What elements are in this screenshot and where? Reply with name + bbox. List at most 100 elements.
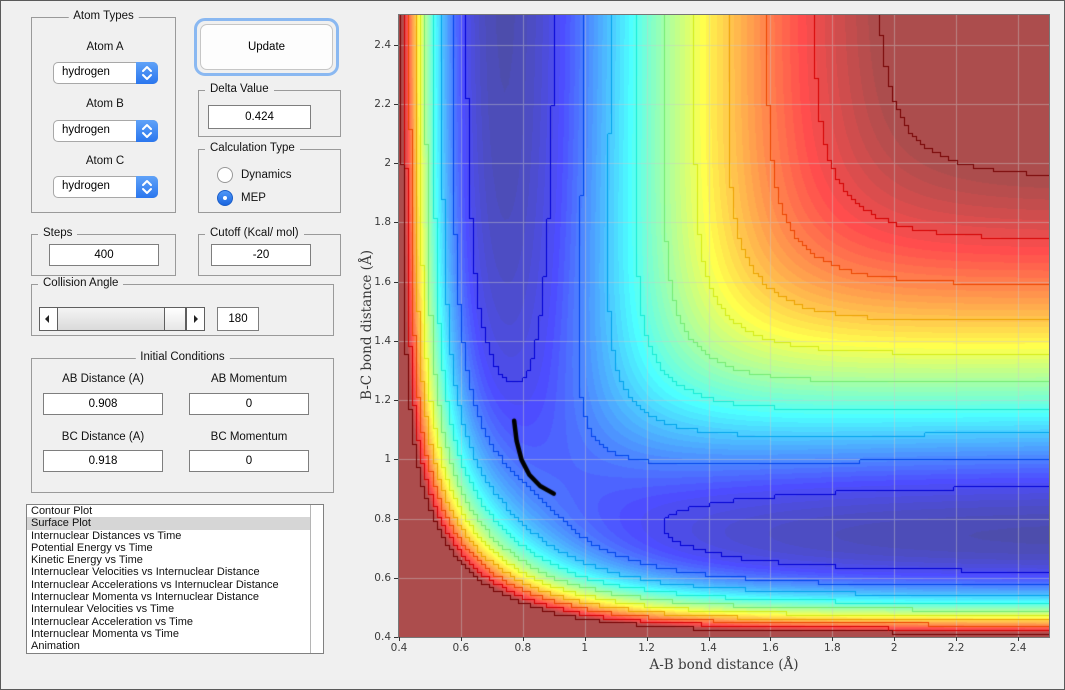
x-tick-mark (585, 637, 586, 641)
list-item[interactable]: Potential Energy vs Time (27, 542, 323, 554)
atom-types-title: Atom Types (68, 10, 139, 22)
x-tick-label: 0.4 (381, 642, 417, 654)
update-button[interactable]: Update (200, 24, 333, 70)
radio-circle-icon (217, 190, 233, 206)
y-tick-mark (394, 578, 398, 579)
atom-a-value: hydrogen (62, 66, 110, 78)
x-tick-mark (894, 637, 895, 641)
right-arrow-icon (194, 315, 198, 323)
radio-mep-label: MEP (241, 192, 266, 204)
y-axis-label: B-C bond distance (Å) (359, 250, 375, 400)
list-item[interactable]: Internuclear Momenta vs Internuclear Dis… (27, 591, 323, 603)
list-item[interactable]: Kinetic Energy vs Time (27, 554, 323, 566)
chevron-up-down-icon (136, 62, 158, 84)
x-tick-label: 2.2 (938, 642, 974, 654)
bc-distance-field[interactable] (43, 450, 163, 472)
x-tick-label: 0.6 (443, 642, 479, 654)
cutoff-title: Cutoff (Kcal/ mol) (205, 227, 304, 239)
y-tick-label: 0.4 (353, 631, 391, 643)
calculation-type-title: Calculation Type (205, 142, 300, 154)
atom-a-label: Atom A (55, 41, 155, 53)
y-tick-mark (394, 45, 398, 46)
delta-value-field[interactable] (208, 105, 311, 129)
y-tick-label: 2 (353, 157, 391, 169)
list-item[interactable]: Internuclear Velocities vs Internuclear … (27, 566, 323, 578)
list-item[interactable]: Contour Plot (27, 505, 323, 517)
x-tick-label: 1.8 (814, 642, 850, 654)
x-tick-mark (770, 637, 771, 641)
y-tick-label: 2.2 (353, 98, 391, 110)
chevron-up-down-icon (136, 120, 158, 142)
x-tick-mark (709, 637, 710, 641)
y-tick-label: 0.6 (353, 572, 391, 584)
y-tick-mark (394, 341, 398, 342)
y-tick-mark (394, 519, 398, 520)
update-button-focus-ring: Update (194, 18, 339, 76)
x-tick-label: 2 (876, 642, 912, 654)
atom-b-dropdown[interactable]: hydrogen (53, 120, 158, 142)
ab-momentum-label: AB Momentum (189, 373, 309, 385)
contour-plot-canvas (399, 15, 1049, 637)
x-tick-label: 1.2 (629, 642, 665, 654)
slider-thumb[interactable] (164, 308, 186, 330)
list-item[interactable]: Internulear Velocities vs Time (27, 603, 323, 615)
x-tick-mark (461, 637, 462, 641)
radio-dynamics[interactable]: Dynamics (217, 167, 327, 185)
list-item[interactable]: Internuclear Acceleration vs Time (27, 616, 323, 628)
y-tick-label: 1.8 (353, 216, 391, 228)
ab-distance-label: AB Distance (A) (43, 373, 163, 385)
ab-momentum-field[interactable] (189, 393, 309, 415)
x-tick-mark (956, 637, 957, 641)
atom-c-value: hydrogen (62, 180, 110, 192)
y-tick-mark (394, 637, 398, 638)
list-item[interactable]: Surface Plot (27, 517, 323, 529)
y-tick-label: 1 (353, 453, 391, 465)
delta-value-title: Delta Value (205, 83, 274, 95)
x-tick-mark (523, 637, 524, 641)
collision-angle-title: Collision Angle (38, 277, 123, 289)
x-tick-mark (1018, 637, 1019, 641)
initial-conditions-title: Initial Conditions (135, 351, 229, 363)
steps-title: Steps (38, 227, 77, 239)
listbox-scrollbar[interactable] (310, 505, 323, 653)
chevron-up-down-icon (136, 176, 158, 198)
ab-distance-field[interactable] (43, 393, 163, 415)
list-item[interactable]: Internuclear Accelerations vs Internucle… (27, 579, 323, 591)
calculation-type-groupbox: Calculation Type Dynamics MEP (198, 149, 341, 213)
collision-angle-field[interactable] (217, 307, 259, 331)
x-tick-label: 1 (567, 642, 603, 654)
y-tick-label: 2.4 (353, 39, 391, 51)
slider-left-arrow-button[interactable] (40, 308, 58, 330)
list-item[interactable]: Internuclear Momenta vs Time (27, 628, 323, 640)
list-item[interactable]: Internuclear Distances vs Time (27, 530, 323, 542)
y-tick-mark (394, 459, 398, 460)
x-tick-label: 1.6 (752, 642, 788, 654)
atom-c-dropdown[interactable]: hydrogen (53, 176, 158, 198)
bc-momentum-label: BC Momentum (189, 431, 309, 443)
radio-dynamics-label: Dynamics (241, 169, 291, 181)
atom-a-dropdown[interactable]: hydrogen (53, 62, 158, 84)
cutoff-field[interactable] (211, 244, 311, 266)
x-tick-mark (832, 637, 833, 641)
x-tick-label: 2.4 (1000, 642, 1036, 654)
list-item[interactable]: Animation (27, 640, 323, 652)
slider-right-arrow-button[interactable] (186, 308, 204, 330)
collision-angle-slider[interactable] (39, 307, 205, 331)
plot-type-listbox: Contour PlotSurface PlotInternuclear Dis… (26, 504, 324, 654)
y-tick-mark (394, 222, 398, 223)
y-tick-label: 0.8 (353, 513, 391, 525)
atom-b-label: Atom B (55, 98, 155, 110)
steps-field[interactable] (49, 244, 159, 266)
radio-circle-icon (217, 167, 233, 183)
x-tick-label: 0.8 (505, 642, 541, 654)
bc-momentum-field[interactable] (189, 450, 309, 472)
y-tick-mark (394, 282, 398, 283)
bc-distance-label: BC Distance (A) (43, 431, 163, 443)
atom-b-value: hydrogen (62, 124, 110, 136)
application-window: Atom Types Atom A hydrogen Atom B hydrog… (0, 0, 1065, 690)
x-tick-mark (647, 637, 648, 641)
y-tick-mark (394, 163, 398, 164)
radio-mep[interactable]: MEP (217, 190, 327, 208)
x-tick-label: 1.4 (691, 642, 727, 654)
y-tick-mark (394, 104, 398, 105)
